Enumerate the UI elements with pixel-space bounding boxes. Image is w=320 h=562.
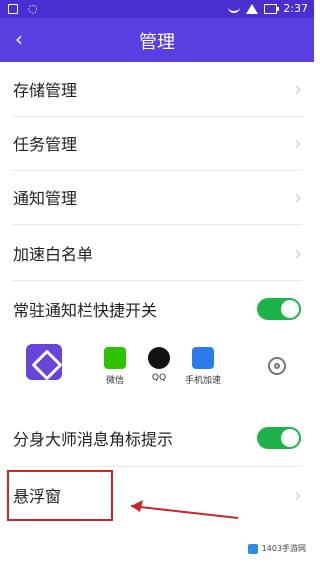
app-bar: ‹ 管理 xyxy=(0,18,314,62)
row-label: 加速白名单 xyxy=(13,245,94,264)
diamond-icon xyxy=(31,349,63,381)
toggle-knob xyxy=(281,300,299,318)
row-notification-management[interactable]: 通知管理 › xyxy=(0,170,314,224)
row-task-management[interactable]: 任务管理 › xyxy=(0,116,314,170)
row-label: 分身大师消息角标提示 xyxy=(13,430,174,449)
app-logo-icon xyxy=(26,344,63,381)
shortcut-qq[interactable]: QQ xyxy=(136,341,182,393)
divider xyxy=(12,224,302,225)
chevron-right-icon: › xyxy=(294,241,302,265)
row-label: 存储管理 xyxy=(13,81,78,100)
clock: 2:37 xyxy=(283,2,308,15)
chevron-right-icon: › xyxy=(294,77,302,101)
row-badge-notification-toggle: 分身大师消息角标提示 xyxy=(0,411,314,465)
signal-icon xyxy=(246,3,259,14)
notification-icon xyxy=(8,3,18,14)
status-left: ◌ xyxy=(8,2,38,15)
badge-notification-toggle[interactable] xyxy=(257,427,301,449)
divider xyxy=(12,280,302,281)
divider xyxy=(12,466,302,467)
toggle-knob xyxy=(281,429,299,447)
wechat-icon xyxy=(104,347,126,369)
shortcut-phone-boost[interactable]: 手机加速 xyxy=(180,341,226,393)
wifi-icon xyxy=(228,3,241,13)
persistent-notification-toggle[interactable] xyxy=(257,298,301,320)
row-label: 常驻通知栏快捷开关 xyxy=(13,301,158,320)
battery-icon xyxy=(264,3,280,14)
row-storage-management[interactable]: 存储管理 › xyxy=(0,62,314,116)
shortcut-wechat[interactable]: 微信 xyxy=(92,341,138,393)
gear-icon[interactable] xyxy=(268,357,286,375)
page-title: 管理 xyxy=(139,32,175,53)
cast-icon: ◌ xyxy=(28,2,38,15)
chevron-right-icon: › xyxy=(294,185,302,209)
status-right: 2:37 xyxy=(228,2,308,15)
highlight-box xyxy=(7,470,113,521)
qq-penguin-icon xyxy=(148,347,170,369)
row-label: 任务管理 xyxy=(13,135,78,154)
shortcut-label: 微信 xyxy=(105,376,124,386)
quick-shortcuts-bar: 微信 QQ 手机加速 xyxy=(14,341,300,393)
shortcut-label: 手机加速 xyxy=(184,376,221,386)
row-label: 通知管理 xyxy=(13,189,78,208)
row-persistent-notification-toggle: 常驻通知栏快捷开关 xyxy=(0,282,314,336)
status-bar: ◌ 2:37 xyxy=(0,0,314,18)
shortcut-label: QQ xyxy=(151,373,167,383)
watermark: 1403手游网 xyxy=(247,543,306,554)
row-acceleration-whitelist[interactable]: 加速白名单 › xyxy=(0,226,314,280)
watermark-text: 1403手游网 xyxy=(261,544,306,553)
chevron-right-icon: › xyxy=(294,131,302,155)
rocket-icon xyxy=(192,347,214,369)
chevron-right-icon: › xyxy=(294,483,302,507)
watermark-logo-icon xyxy=(247,543,258,554)
